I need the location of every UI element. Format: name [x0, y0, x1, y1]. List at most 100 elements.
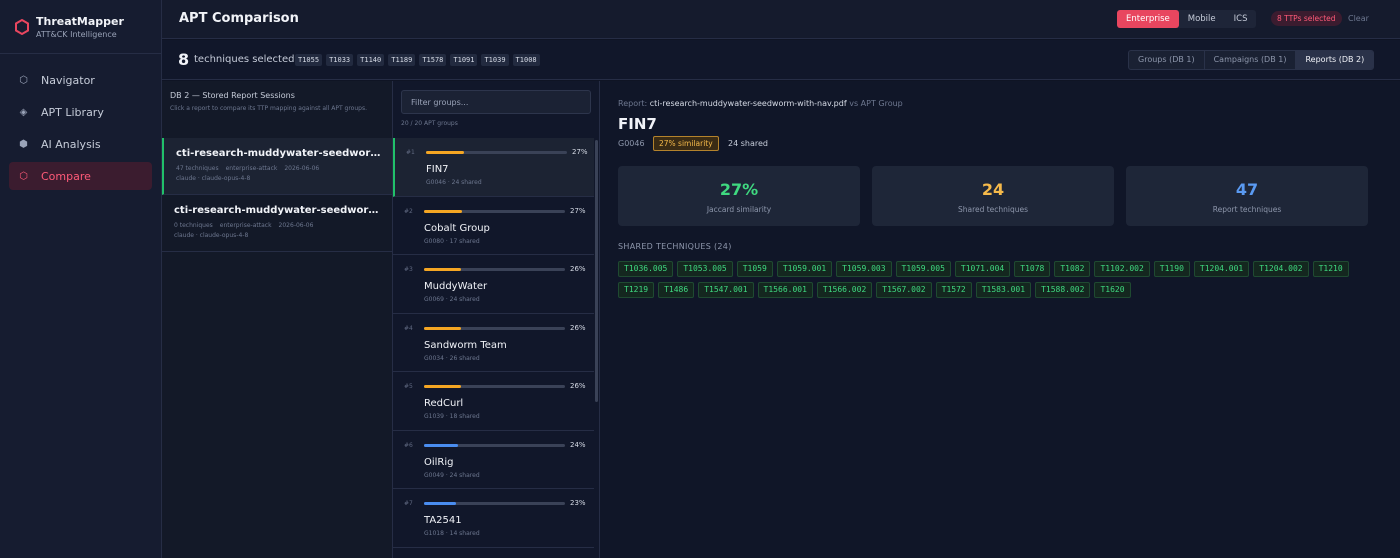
similarity-bar-fill: [424, 385, 461, 388]
tab-reports[interactable]: Reports (DB 2): [1296, 51, 1374, 69]
shared-technique-chip[interactable]: T1486: [658, 282, 695, 298]
report-date: 2026-06-06: [278, 222, 314, 229]
shared-technique-chip[interactable]: T1219: [618, 282, 655, 298]
group-rank: #4: [404, 324, 413, 332]
group-similarity: 26%: [570, 265, 586, 273]
similarity-badge: 27% similarity: [653, 136, 719, 151]
technique-chip[interactable]: T1055: [295, 54, 323, 66]
technique-chip[interactable]: T1140: [357, 54, 385, 66]
group-similarity: 24%: [570, 440, 586, 449]
clear-button[interactable]: Clear: [1348, 14, 1369, 23]
source-tabs: Groups (DB 1) Campaigns (DB 1) Reports (…: [1128, 50, 1375, 70]
group-meta: G0046 · 24 shared: [426, 179, 482, 186]
shared-technique-chip[interactable]: T1102.002: [1094, 261, 1150, 277]
filter-groups-input[interactable]: [401, 90, 591, 114]
shared-technique-chip[interactable]: T1190: [1153, 261, 1190, 277]
shared-technique-chip[interactable]: T1620: [1094, 282, 1131, 298]
group-rank: #3: [404, 266, 413, 273]
group-rank: #2: [404, 207, 413, 215]
comparison-detail: Report: cti-research-muddywater-seedworm…: [600, 81, 1400, 558]
report-item[interactable]: cti-research-muddywater-seedworm-with-na…: [162, 195, 392, 252]
shared-technique-chip[interactable]: T1583.001: [975, 282, 1032, 298]
group-item[interactable]: #6 24% OilRig G0049 · 24 shared: [393, 431, 594, 489]
report-technique-count: 47 techniques: [176, 165, 219, 172]
hexagon-outline-icon: ⬡: [19, 170, 28, 182]
shared-technique-chip[interactable]: T1071.004: [954, 261, 1011, 277]
shared-technique-chip[interactable]: T1566.001: [757, 282, 813, 298]
technique-chip[interactable]: T1578: [419, 54, 447, 66]
technique-chip[interactable]: T1189: [388, 54, 416, 66]
sidebar: ThreatMapper ATT&CK Intelligence ⬡ Naviga…: [0, 0, 162, 558]
groups-scrollbar[interactable]: [595, 140, 598, 402]
shared-technique-chip[interactable]: T1059.001: [776, 261, 833, 277]
shared-technique-chip[interactable]: T1204.001: [1193, 261, 1250, 277]
shared-technique-chip[interactable]: T1572: [935, 282, 972, 298]
group-meta: G0080 · 17 shared: [424, 237, 480, 245]
group-meta: G0049 · 24 shared: [424, 471, 480, 479]
selected-count: 8: [178, 50, 190, 69]
shared-technique-chip[interactable]: T1059.005: [895, 261, 951, 277]
shared-technique-chip[interactable]: T1204.002: [1253, 261, 1309, 277]
shared-techniques-title: SHARED TECHNIQUES (24): [618, 242, 732, 251]
sidebar-item-apt-library[interactable]: ◈ APT Library: [9, 98, 152, 126]
similarity-bar-fill: [424, 209, 463, 213]
group-similarity: 27%: [570, 206, 586, 215]
tab-campaigns[interactable]: Campaigns (DB 1): [1205, 51, 1297, 69]
shared-technique-chip[interactable]: T1588.002: [1035, 282, 1091, 298]
shared-technique-chip[interactable]: T1547.001: [698, 282, 754, 298]
group-name: OilRig: [424, 456, 454, 468]
similarity-bar: [424, 268, 565, 271]
group-name: Cobalt Group: [424, 222, 490, 234]
domain-tab-mobile[interactable]: Mobile: [1179, 10, 1225, 28]
technique-chip[interactable]: T1039: [481, 54, 509, 66]
group-title: FIN7: [618, 115, 657, 133]
domain-tab-enterprise[interactable]: Enterprise: [1117, 10, 1179, 28]
shared-technique-chip[interactable]: T1210: [1312, 261, 1349, 277]
group-similarity: 26%: [570, 382, 586, 390]
group-item[interactable]: #7 23% TA2541 G1018 · 14 shared: [393, 489, 594, 548]
stat-card-report: 47 Report techniques: [1126, 166, 1368, 226]
group-item[interactable]: #3 26% MuddyWater G0069 · 24 shared: [393, 255, 594, 314]
sidebar-item-navigator[interactable]: ⬡ Navigator: [9, 66, 152, 94]
group-item[interactable]: #2 27% Cobalt Group G0080 · 17 shared: [393, 197, 594, 255]
shared-technique-chip[interactable]: T1036.005: [618, 261, 674, 277]
selected-technique-chips: T1055 T1033 T1140 T1189 T1578 T1091 T103…: [295, 54, 544, 66]
sidebar-item-label: Compare: [41, 169, 91, 183]
shared-technique-chip[interactable]: T1078: [1014, 261, 1051, 277]
shared-technique-chip[interactable]: T1059.003: [836, 261, 892, 277]
technique-chip[interactable]: T1008: [512, 54, 540, 66]
report-prefix: Report:: [618, 99, 648, 108]
domain-tab-ics[interactable]: ICS: [1225, 10, 1257, 28]
sidebar-item-ai-analysis[interactable]: ⬢ AI Analysis: [9, 130, 152, 158]
shared-technique-chip[interactable]: T1082: [1054, 261, 1091, 277]
group-rank: #6: [404, 441, 413, 449]
shared-technique-chip[interactable]: T1053.005: [677, 261, 733, 277]
group-item[interactable]: #4 26% Sandworm Team G0034 · 26 shared: [393, 314, 594, 372]
hexagon-filled-icon: ⬢: [19, 138, 28, 150]
ttp-count-badge: 8 TTPs selected: [1271, 11, 1342, 26]
brand-name: ThreatMapper: [36, 14, 124, 28]
group-item[interactable]: #1 27% FIN7 G0046 · 24 shared: [393, 138, 594, 197]
sidebar-item-compare[interactable]: ⬡ Compare: [9, 162, 152, 190]
report-name: cti-research-muddywater-seedworm-with-na…: [174, 205, 382, 216]
similarity-bar-fill: [424, 326, 461, 330]
shared-technique-chip[interactable]: T1566.002: [816, 282, 873, 298]
shared-technique-chip[interactable]: T1567.002: [876, 282, 932, 298]
group-item[interactable]: #5 26% RedCurl G1039 · 18 shared: [393, 372, 594, 431]
technique-chip[interactable]: T1033: [326, 54, 354, 66]
tab-groups[interactable]: Groups (DB 1): [1129, 51, 1205, 69]
stat-value: 27%: [719, 180, 759, 199]
stat-value: 24: [981, 180, 1005, 199]
report-model: claude · claude-opus-4-8: [174, 232, 249, 239]
shared-count: 24 shared: [728, 139, 768, 148]
groups-panel: 20 / 20 APT groups #1 27% FIN7 G0046 · 24 s…: [393, 81, 600, 558]
similarity-bar-fill: [424, 502, 457, 505]
technique-chip[interactable]: T1091: [450, 54, 478, 66]
reports-panel-hint: Click a report to compare its TTP mappin…: [170, 105, 368, 112]
group-name: RedCurl: [424, 398, 464, 409]
shared-technique-chip[interactable]: T1059: [736, 261, 773, 277]
report-item[interactable]: cti-research-muddywater-seedworm-with-na…: [162, 138, 392, 195]
group-rank: #5: [404, 383, 413, 390]
group-similarity: 27%: [572, 148, 588, 156]
stat-card-shared: 24 Shared techniques: [872, 166, 1114, 226]
